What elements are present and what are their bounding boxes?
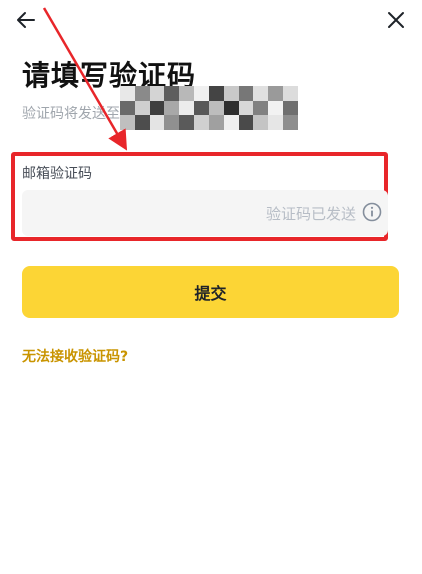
mosaic-cell <box>223 100 239 116</box>
arrow-left-icon <box>17 12 35 28</box>
mosaic-cell <box>238 115 254 130</box>
mosaic-cell <box>253 115 269 130</box>
mosaic-cell <box>164 86 180 101</box>
mosaic-cell <box>179 115 195 130</box>
mosaic-cell <box>120 115 135 130</box>
mosaic-cell <box>194 100 209 116</box>
email-code-label: 邮箱验证码 <box>22 166 92 182</box>
cannot-receive-code-link[interactable]: 无法接收验证码? <box>22 346 128 366</box>
page-subtitle: 验证码将发送至 <box>22 106 120 122</box>
mosaic-cell <box>238 100 254 116</box>
code-sent-status: 验证码已发送 <box>265 205 356 223</box>
close-button[interactable] <box>382 6 410 34</box>
submit-button[interactable]: 提交 <box>22 266 399 318</box>
mosaic-cell <box>164 115 180 130</box>
close-icon <box>388 12 404 28</box>
mosaic-cell <box>134 115 150 130</box>
mosaic-cell <box>194 86 209 101</box>
mosaic-cell <box>164 100 180 116</box>
mosaic-cell <box>120 100 135 116</box>
mosaic-cell <box>223 115 239 130</box>
mosaic-cell <box>268 115 284 130</box>
mosaic-cell <box>179 86 195 101</box>
mosaic-cell <box>283 115 298 130</box>
info-circle-icon[interactable] <box>362 202 382 222</box>
mosaic-cell <box>149 115 165 130</box>
mosaic-cell <box>268 86 284 101</box>
mosaic-cell <box>149 100 165 116</box>
mosaic-cell <box>208 86 224 101</box>
mosaic-cell <box>223 86 239 101</box>
mosaic-cell <box>120 86 135 101</box>
mosaic-cell <box>208 115 224 130</box>
email-code-input[interactable] <box>32 190 236 238</box>
mosaic-cell <box>253 100 269 116</box>
back-button[interactable] <box>12 6 40 34</box>
mosaic-cell <box>149 86 165 101</box>
mosaic-cell <box>194 115 209 130</box>
mosaic-cell <box>179 100 195 116</box>
mosaic-cell <box>283 86 298 101</box>
top-bar <box>0 0 422 40</box>
mosaic-cell <box>208 100 224 116</box>
mosaic-cell <box>134 100 150 116</box>
mosaic-cell <box>238 86 254 101</box>
redacted-email-mosaic <box>120 86 298 130</box>
mosaic-cell <box>283 100 298 116</box>
mosaic-cell <box>134 86 150 101</box>
mosaic-cell <box>268 100 284 116</box>
mosaic-cell <box>253 86 269 101</box>
email-code-field-container: 验证码已发送 <box>22 190 388 238</box>
